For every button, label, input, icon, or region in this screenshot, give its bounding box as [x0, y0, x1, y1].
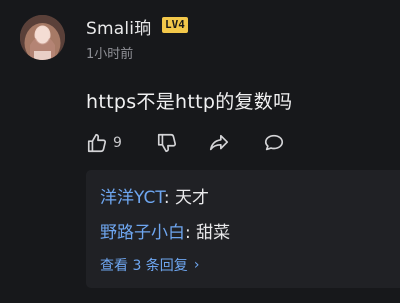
avatar[interactable] — [20, 15, 65, 60]
timestamp: 1小时前 — [86, 47, 134, 62]
share-button[interactable] — [207, 131, 231, 155]
replies-panel: 洋洋YCT: 天才 野路子小白: 甜菜 查看 3 条回复 › — [86, 170, 400, 288]
chevron-right-icon: › — [193, 257, 200, 273]
speech-bubble-icon — [264, 134, 284, 151]
like-count: 9 — [113, 135, 122, 151]
level-badge: LV4 — [162, 17, 188, 33]
view-more-replies-link[interactable]: 查看 3 条回复 › — [100, 255, 199, 275]
username[interactable]: Smali珦 — [86, 14, 151, 39]
reply-separator: : — [185, 223, 197, 243]
reply-text: 甜菜 — [196, 223, 231, 243]
thumbs-up-icon — [87, 133, 107, 153]
reply-item[interactable]: 洋洋YCT: 天才 — [100, 183, 209, 208]
reply-author[interactable]: 野路子小白 — [100, 223, 185, 243]
reply-button[interactable] — [262, 131, 286, 155]
reply-separator: : — [163, 188, 175, 208]
share-arrow-icon — [209, 134, 229, 151]
comment-card: Smali珦 LV4 1小时前 https不是http的复数吗 9 洋洋YCT:… — [0, 0, 400, 303]
dislike-button[interactable] — [156, 131, 178, 155]
reply-item[interactable]: 野路子小白: 甜菜 — [100, 218, 230, 243]
action-bar: 9 — [86, 131, 306, 155]
view-more-label: 查看 3 条回复 — [100, 258, 188, 274]
comment-text: https不是http的复数吗 — [86, 91, 293, 113]
like-button[interactable]: 9 — [86, 131, 122, 155]
thumbs-down-icon — [157, 133, 177, 153]
reply-text: 天才 — [174, 188, 209, 208]
reply-author[interactable]: 洋洋YCT — [100, 188, 164, 208]
avatar-image — [20, 15, 65, 60]
